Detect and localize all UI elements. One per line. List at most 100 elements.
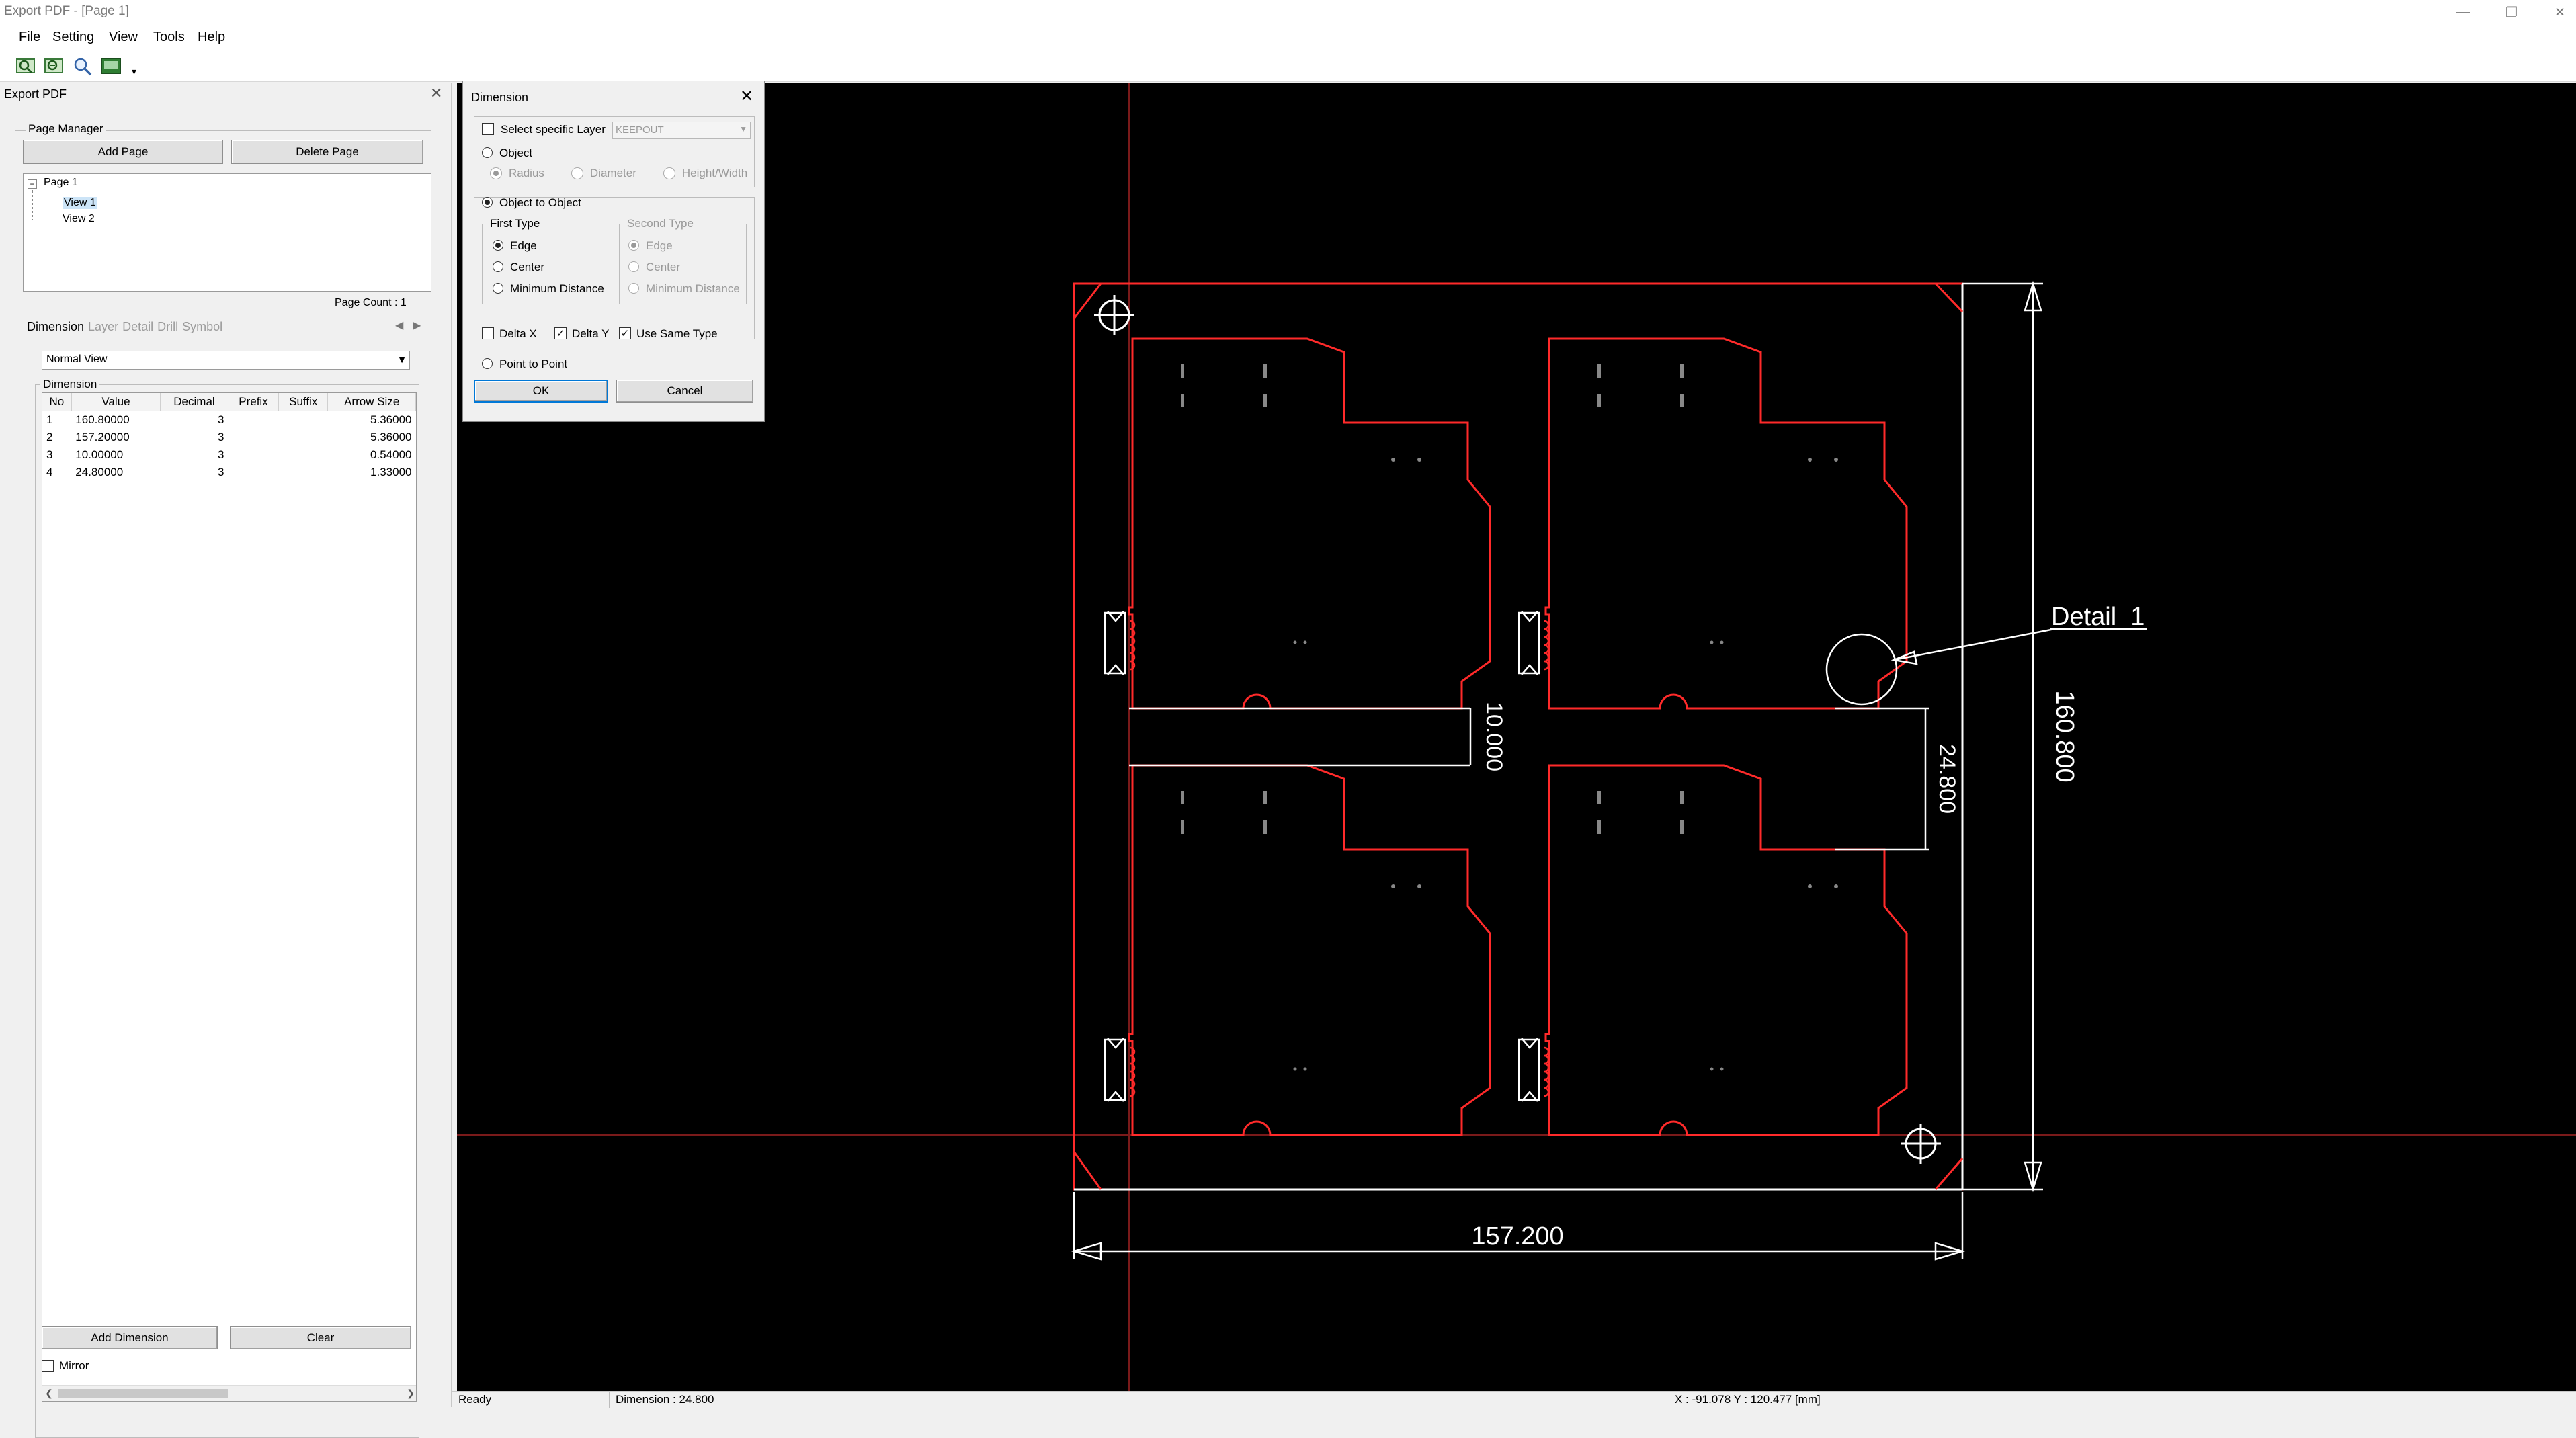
dim-slot-text: 24.800 bbox=[1934, 744, 1960, 814]
tab-scroll-right-icon[interactable]: ▶ bbox=[413, 319, 421, 332]
delta-y-checkbox[interactable]: ✓ bbox=[554, 327, 567, 339]
status-dimension: Dimension : 24.800 bbox=[616, 1393, 714, 1406]
scrollbar-thumb[interactable] bbox=[58, 1389, 228, 1398]
horizontal-scrollbar[interactable]: ❮ ❯ bbox=[42, 1385, 416, 1401]
height-width-label: Height/Width bbox=[681, 167, 748, 179]
menu-file[interactable]: File bbox=[19, 30, 40, 45]
first-min-distance-label: Minimum Distance bbox=[510, 282, 604, 295]
tree-view-1[interactable]: View 1 bbox=[63, 197, 97, 209]
second-edge-radio[interactable] bbox=[628, 240, 639, 251]
zoom-out-icon[interactable] bbox=[43, 55, 66, 77]
tab-drill[interactable]: Drill bbox=[157, 320, 178, 333]
menu-setting[interactable]: Setting bbox=[52, 30, 94, 45]
first-center-radio[interactable] bbox=[493, 261, 503, 272]
select-layer-checkbox[interactable] bbox=[482, 123, 494, 135]
radius-label: Radius bbox=[509, 167, 544, 179]
column-header[interactable]: Prefix bbox=[228, 393, 280, 411]
first-center-label: Center bbox=[510, 261, 545, 273]
export-image-icon[interactable] bbox=[99, 55, 122, 77]
column-header[interactable]: Decimal bbox=[160, 393, 228, 411]
table-cell: 160.80000 bbox=[75, 413, 130, 426]
fiducial-bottom-right bbox=[1901, 1124, 1941, 1164]
ok-button[interactable]: OK bbox=[474, 380, 608, 403]
menu-tools[interactable]: Tools bbox=[153, 30, 185, 45]
table-cell: 10.00000 bbox=[75, 448, 124, 461]
mirror-checkbox[interactable] bbox=[42, 1360, 54, 1372]
object-to-object-radio[interactable] bbox=[482, 197, 493, 208]
point-to-point-label: Point to Point bbox=[499, 357, 568, 370]
point-to-point-radio[interactable] bbox=[482, 358, 493, 369]
table-row[interactable]: 3 10.00000 3 0.54000 bbox=[42, 446, 416, 464]
tree-view-2[interactable]: View 2 bbox=[63, 213, 95, 225]
page-tree: − Page 1 View 1 View 2 bbox=[23, 173, 431, 292]
page-count: Page Count : 1 bbox=[335, 297, 407, 308]
diameter-radio[interactable] bbox=[571, 167, 583, 179]
object-radio[interactable] bbox=[482, 147, 493, 158]
table-cell: 5.36000 bbox=[370, 431, 412, 443]
scroll-left-icon[interactable]: ❮ bbox=[45, 1388, 53, 1399]
tab-scroll-left-icon[interactable]: ◀ bbox=[395, 319, 403, 332]
dimension-lines bbox=[1071, 280, 2147, 1261]
first-edge-radio[interactable] bbox=[493, 240, 503, 251]
tab-dimension[interactable]: Dimension bbox=[27, 320, 84, 333]
dimension-dialog: Dimension ✕ Select specific Layer KEEPOU… bbox=[462, 81, 765, 422]
zoom-fit-icon[interactable] bbox=[71, 55, 94, 77]
column-header[interactable]: Arrow Size bbox=[327, 393, 416, 411]
delete-page-button[interactable]: Delete Page bbox=[231, 140, 423, 164]
first-min-distance-radio[interactable] bbox=[493, 283, 503, 294]
layer-select[interactable]: KEEPOUT ▼ bbox=[612, 122, 751, 139]
delta-x-checkbox[interactable] bbox=[482, 327, 494, 339]
close-icon[interactable]: ✕ bbox=[2528, 0, 2576, 24]
table-cell bbox=[228, 446, 278, 464]
add-page-button[interactable]: Add Page bbox=[23, 140, 223, 164]
second-edge-label: Edge bbox=[646, 239, 673, 252]
collapse-icon[interactable]: − bbox=[28, 179, 37, 189]
window-title: Export PDF - [Page 1] bbox=[4, 4, 129, 18]
table-body: 1 160.80000 3 5.36000 2 157.20000 3 5.36000 3 10.… bbox=[42, 411, 416, 482]
layer-select-value: KEEPOUT bbox=[616, 124, 664, 136]
table-row[interactable]: 1 160.80000 3 5.36000 bbox=[42, 411, 416, 429]
tab-symbol[interactable]: Symbol bbox=[182, 320, 222, 333]
cancel-button[interactable]: Cancel bbox=[616, 380, 753, 403]
panel-close-icon[interactable]: ✕ bbox=[430, 85, 442, 102]
toolbar-dropdown-icon[interactable]: ▾ bbox=[132, 66, 136, 77]
menu-view[interactable]: View bbox=[109, 30, 138, 45]
view-select[interactable]: Normal View ▼ bbox=[42, 351, 410, 370]
first-edge-label: Edge bbox=[510, 239, 537, 252]
view-select-value: Normal View bbox=[46, 353, 108, 365]
status-separator bbox=[609, 1392, 610, 1408]
chevron-down-icon: ▼ bbox=[397, 354, 407, 365]
status-bar: Ready Dimension : 24.800 X : -91.078 Y :… bbox=[452, 1391, 2576, 1408]
dimension-texts: 157.200 160.800 10.000 24.800 Detail_1 bbox=[1471, 603, 2145, 1251]
tab-layer[interactable]: Layer bbox=[88, 320, 118, 333]
pcb-canvas[interactable]: 157.200 160.800 10.000 24.800 Detail_1 bbox=[457, 83, 2576, 1391]
second-type-options: Edge Center Minimum Distance bbox=[628, 239, 744, 303]
radius-radio[interactable] bbox=[490, 167, 502, 179]
pcb-drawing: 157.200 160.800 10.000 24.800 Detail_1 bbox=[457, 83, 2576, 1391]
page-manager-label: Page Manager bbox=[26, 122, 106, 136]
height-width-radio[interactable] bbox=[663, 167, 675, 179]
second-center-label: Center bbox=[646, 261, 681, 273]
use-same-type-label: Use Same Type bbox=[636, 327, 718, 340]
second-type-label: Second Type bbox=[624, 217, 696, 230]
column-header[interactable]: Suffix bbox=[278, 393, 329, 411]
menu-help[interactable]: Help bbox=[198, 30, 225, 45]
object-to-object-label: Object to Object bbox=[499, 196, 581, 209]
add-dimension-button[interactable]: Add Dimension bbox=[42, 1326, 218, 1349]
dimension-table: No Value Decimal Prefix Suffix Arrow Size 1 16… bbox=[42, 392, 417, 1402]
table-row[interactable]: 4 24.80000 3 1.33000 bbox=[42, 464, 416, 481]
dim-width-text: 157.200 bbox=[1471, 1222, 1563, 1251]
zoom-in-icon[interactable] bbox=[15, 55, 38, 77]
column-header[interactable]: No bbox=[42, 393, 72, 411]
dim-height-text: 160.800 bbox=[2050, 690, 2079, 782]
column-header[interactable]: Value bbox=[71, 393, 161, 411]
clear-button[interactable]: Clear bbox=[230, 1326, 411, 1349]
scroll-right-icon[interactable]: ❯ bbox=[407, 1388, 415, 1399]
second-center-radio[interactable] bbox=[628, 261, 639, 272]
dialog-close-icon[interactable]: ✕ bbox=[740, 87, 753, 106]
use-same-type-checkbox[interactable]: ✓ bbox=[619, 327, 631, 339]
tree-page-1[interactable]: Page 1 bbox=[44, 177, 78, 189]
second-min-distance-radio[interactable] bbox=[628, 283, 639, 294]
tab-detail[interactable]: Detail bbox=[122, 320, 153, 333]
table-row[interactable]: 2 157.20000 3 5.36000 bbox=[42, 429, 416, 446]
